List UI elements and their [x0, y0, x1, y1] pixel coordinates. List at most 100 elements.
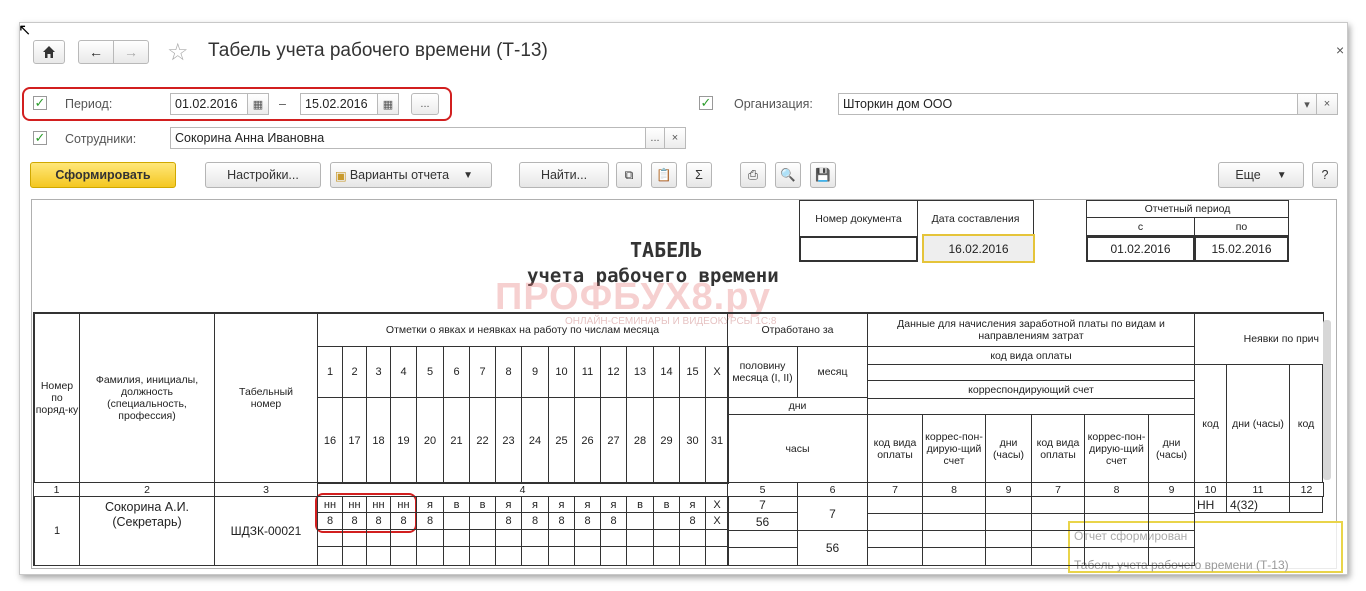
mouse-cursor-icon: ↖ — [18, 20, 32, 39]
save-button[interactable]: 💾 — [810, 162, 836, 188]
organization-field[interactable]: Шторкин дом ООО — [838, 93, 1298, 115]
attendance-hours: 8 — [390, 512, 417, 530]
attendance-code-2 — [521, 529, 549, 547]
employees-checkbox[interactable]: ✓ — [33, 131, 47, 145]
period-to-calendar-button[interactable]: ▦ — [377, 93, 399, 115]
period-to-field[interactable]: 15.02.2016 — [300, 93, 378, 115]
pay-data-cell — [1084, 496, 1149, 514]
employees-select-button[interactable]: ... — [645, 127, 665, 149]
report-title: ТАБЕЛЬ — [630, 238, 703, 262]
day-number-5: 5 — [416, 346, 444, 398]
period-dash: – — [279, 97, 286, 111]
attendance-code: нн — [390, 496, 417, 513]
attendance-code: нн — [366, 496, 391, 513]
column-number: 1 — [33, 482, 80, 497]
pay-data-cell — [1148, 496, 1195, 514]
report-variants-label: Варианты отчета — [349, 168, 450, 182]
pay-data-cell — [985, 530, 1032, 548]
sub-code-header-2: код вида оплаты — [1031, 414, 1085, 483]
paste-button[interactable]: 📋 — [651, 162, 677, 188]
period-select-button[interactable]: ... — [411, 93, 439, 115]
attendance-hours-2 — [443, 546, 470, 566]
settings-button[interactable]: Настройки... — [205, 162, 321, 188]
attendance-code: Х — [705, 496, 729, 513]
report-variants-button[interactable]: ▣ Варианты отчета ▼ — [330, 162, 492, 188]
tab-number: ШДЗК-00021 — [214, 496, 318, 566]
chevron-down-icon: ▼ — [463, 169, 473, 181]
period-checkbox[interactable]: ✓ — [33, 96, 47, 110]
day-number-16: Х — [705, 346, 729, 398]
generate-button[interactable]: Сформировать — [30, 162, 176, 188]
close-icon[interactable]: × — [1336, 42, 1344, 58]
column-number: 2 — [79, 482, 215, 497]
sum-button[interactable]: Σ — [686, 162, 712, 188]
more-button[interactable]: Еще ▼ — [1218, 162, 1304, 188]
day-number-19: 19 — [390, 397, 417, 484]
organization-dropdown-button[interactable]: ▾ — [1297, 93, 1317, 115]
attendance-hours-2 — [653, 546, 680, 566]
copy-button[interactable]: ⧉ — [616, 162, 642, 188]
home-button[interactable] — [33, 40, 65, 64]
attendance-hours: 8 — [342, 512, 367, 530]
organization-checkbox[interactable]: ✓ — [699, 96, 713, 110]
day-number-1: 1 — [317, 346, 343, 398]
pay-data-cell — [1148, 530, 1195, 548]
chevron-down-icon: ▼ — [1276, 169, 1287, 181]
abs-code-value-2 — [1289, 496, 1323, 513]
col-tab-header: Табельный номер — [214, 312, 318, 483]
attendance-code: в — [626, 496, 654, 513]
attendance-code-2 — [317, 529, 343, 547]
attendance-hours: Х — [705, 512, 729, 530]
period-from-calendar-button[interactable]: ▦ — [247, 93, 269, 115]
print-button[interactable]: ⎙ — [740, 162, 766, 188]
help-button[interactable]: ? — [1312, 162, 1338, 188]
clipboard-icon: 📋 — [656, 167, 672, 182]
employees-field[interactable]: Сокорина Анна Ивановна — [170, 127, 646, 149]
reporting-period-header: Отчетный период — [1086, 200, 1289, 218]
period-from-field[interactable]: 01.02.2016 — [170, 93, 248, 115]
favorite-star-icon[interactable]: ☆ — [167, 38, 189, 67]
pay-data-cell — [922, 496, 986, 514]
attendance-code: в — [443, 496, 470, 513]
attendance-hours: 8 — [495, 512, 522, 530]
day-number-24: 24 — [521, 397, 549, 484]
pay-data-cell — [922, 530, 986, 548]
attendance-code: я — [495, 496, 522, 513]
day-number-21: 21 — [443, 397, 470, 484]
vertical-scrollbar[interactable] — [1323, 320, 1331, 480]
attendance-code: нн — [317, 496, 343, 513]
attendance-hours — [626, 512, 654, 530]
pay-data-cell — [867, 530, 923, 548]
attendance-code: я — [416, 496, 444, 513]
forward-button[interactable]: → — [113, 40, 149, 64]
attendance-hours-2 — [416, 546, 444, 566]
organization-clear-button[interactable]: × — [1316, 93, 1338, 115]
pay-data-cell — [1084, 547, 1149, 566]
day-number-9: 9 — [521, 346, 549, 398]
sub-code-header-1: код вида оплаты — [867, 414, 923, 483]
day-number-4: 4 — [390, 346, 417, 398]
attendance-hours-2 — [317, 546, 343, 566]
attendance-code: в — [469, 496, 496, 513]
day-number-6: 6 — [443, 346, 470, 398]
attendance-hours: 8 — [521, 512, 549, 530]
preview-button[interactable]: 🔍 — [775, 162, 801, 188]
attendance-hours-2 — [574, 546, 601, 566]
attendance-hours-2 — [366, 546, 391, 566]
sub-days-header-2: дни (часы) — [1148, 414, 1195, 483]
column-number: 3 — [214, 482, 318, 497]
attendance-hours: 8 — [679, 512, 706, 530]
find-button[interactable]: Найти... — [519, 162, 609, 188]
day-number-26: 26 — [574, 397, 601, 484]
doc-number-value — [799, 236, 918, 262]
column-number: 7 — [1031, 482, 1085, 497]
pay-data-cell — [1084, 530, 1149, 548]
attendance-code-2 — [574, 529, 601, 547]
calendar-icon: ▦ — [382, 98, 394, 111]
attendance-hours: 8 — [366, 512, 391, 530]
employees-clear-button[interactable]: × — [664, 127, 686, 149]
col-absence-header: Неявки по прич — [1194, 312, 1324, 365]
attendance-code-2 — [443, 529, 470, 547]
back-button[interactable]: ← — [78, 40, 114, 64]
column-number: 12 — [1289, 482, 1324, 497]
